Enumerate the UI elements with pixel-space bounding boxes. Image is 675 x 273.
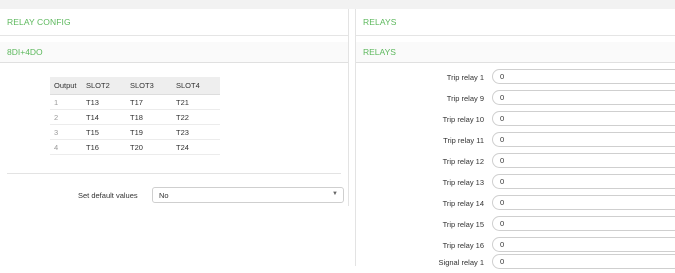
relay-label: Trip relay 10 <box>442 115 484 124</box>
table-row: 1 T13 T17 T21 <box>50 94 220 110</box>
slot3-cell: T18 <box>126 109 172 125</box>
chevron-down-icon: ▼ <box>332 191 338 197</box>
relay-input[interactable]: 0 <box>492 153 675 168</box>
relay-value: 0 <box>500 257 505 266</box>
relays-panel: RELAYS RELAYS Trip relay 1 0 Trip relay … <box>355 9 675 269</box>
relay-input[interactable]: 0 <box>492 69 675 84</box>
slot4-cell: T24 <box>172 139 220 155</box>
relay-input[interactable]: 0 <box>492 111 675 126</box>
relay-input[interactable]: 0 <box>492 237 675 252</box>
output-number: 1 <box>50 94 82 110</box>
relays-header: RELAYS <box>356 9 675 36</box>
relay-row-signal-1: Signal relay 1 0 <box>356 253 675 273</box>
relay-label: Trip relay 13 <box>442 178 484 187</box>
slot2-cell: T13 <box>82 94 126 110</box>
relay-row-trip-11: Trip relay 11 0 <box>356 131 675 151</box>
slot2-cell: T16 <box>82 139 126 155</box>
column-header-slot2: SLOT2 <box>82 77 126 95</box>
relay-input[interactable]: 0 <box>492 90 675 105</box>
relay-input[interactable]: 0 <box>492 195 675 210</box>
relay-input[interactable]: 0 <box>492 132 675 147</box>
default-values-row: Set default values No ▼ <box>0 187 348 205</box>
table-row: 2 T14 T18 T22 <box>50 109 220 125</box>
relay-row-trip-9: Trip relay 9 0 <box>356 89 675 109</box>
column-header-output: Output <box>50 77 82 95</box>
column-header-slot3: SLOT3 <box>126 77 172 95</box>
relay-value: 0 <box>500 72 505 81</box>
relay-row-trip-15: Trip relay 15 0 <box>356 215 675 235</box>
output-number: 4 <box>50 139 82 155</box>
relay-label: Trip relay 12 <box>442 157 484 166</box>
relay-row-trip-14: Trip relay 14 0 <box>356 194 675 214</box>
relay-config-header: RELAY CONFIG <box>0 9 348 36</box>
relay-value: 0 <box>500 156 505 165</box>
relay-row-trip-12: Trip relay 12 0 <box>356 152 675 172</box>
relay-value: 0 <box>500 198 505 207</box>
slot2-cell: T15 <box>82 124 126 140</box>
relay-input[interactable]: 0 <box>492 174 675 189</box>
relay-row-trip-10: Trip relay 10 0 <box>356 110 675 130</box>
relay-input[interactable]: 0 <box>492 254 675 269</box>
relay-config-panel: RELAY CONFIG 8DI+4DO Output SLOT2 SLOT3 … <box>0 9 349 206</box>
relay-value: 0 <box>500 219 505 228</box>
relay-value: 0 <box>500 177 505 186</box>
relay-label: Trip relay 15 <box>442 220 484 229</box>
relay-row-trip-13: Trip relay 13 0 <box>356 173 675 193</box>
table-header-row: Output SLOT2 SLOT3 SLOT4 <box>50 77 220 95</box>
relay-label: Trip relay 16 <box>442 241 484 250</box>
table-row: 4 T16 T20 T24 <box>50 139 220 155</box>
divider <box>7 173 341 174</box>
relay-label: Trip relay 1 <box>446 73 484 82</box>
default-values-value: No <box>159 191 169 200</box>
relay-value: 0 <box>500 135 505 144</box>
relay-value: 0 <box>500 114 505 123</box>
output-number: 2 <box>50 109 82 125</box>
relay-input[interactable]: 0 <box>492 216 675 231</box>
default-values-label: Set default values <box>78 191 138 200</box>
output-number: 3 <box>50 124 82 140</box>
table-row: 3 T15 T19 T23 <box>50 124 220 140</box>
slot2-cell: T14 <box>82 109 126 125</box>
top-strip <box>0 0 675 9</box>
slot4-cell: T22 <box>172 109 220 125</box>
relay-row-trip-1: Trip relay 1 0 <box>356 68 675 88</box>
module-subheader: 8DI+4DO <box>0 42 348 63</box>
column-header-slot4: SLOT4 <box>172 77 220 95</box>
slot3-cell: T20 <box>126 139 172 155</box>
slot3-cell: T17 <box>126 94 172 110</box>
relay-label: Trip relay 14 <box>442 199 484 208</box>
slot4-cell: T23 <box>172 124 220 140</box>
slot4-cell: T21 <box>172 94 220 110</box>
relay-value: 0 <box>500 240 505 249</box>
default-values-select[interactable]: No ▼ <box>152 187 344 203</box>
relay-label: Trip relay 9 <box>446 94 484 103</box>
slot3-cell: T19 <box>126 124 172 140</box>
relay-value: 0 <box>500 93 505 102</box>
slot-table: Output SLOT2 SLOT3 SLOT4 1 T13 T17 T21 2… <box>50 77 220 155</box>
relay-label: Trip relay 11 <box>443 136 484 145</box>
relays-subheader: RELAYS <box>356 42 675 63</box>
